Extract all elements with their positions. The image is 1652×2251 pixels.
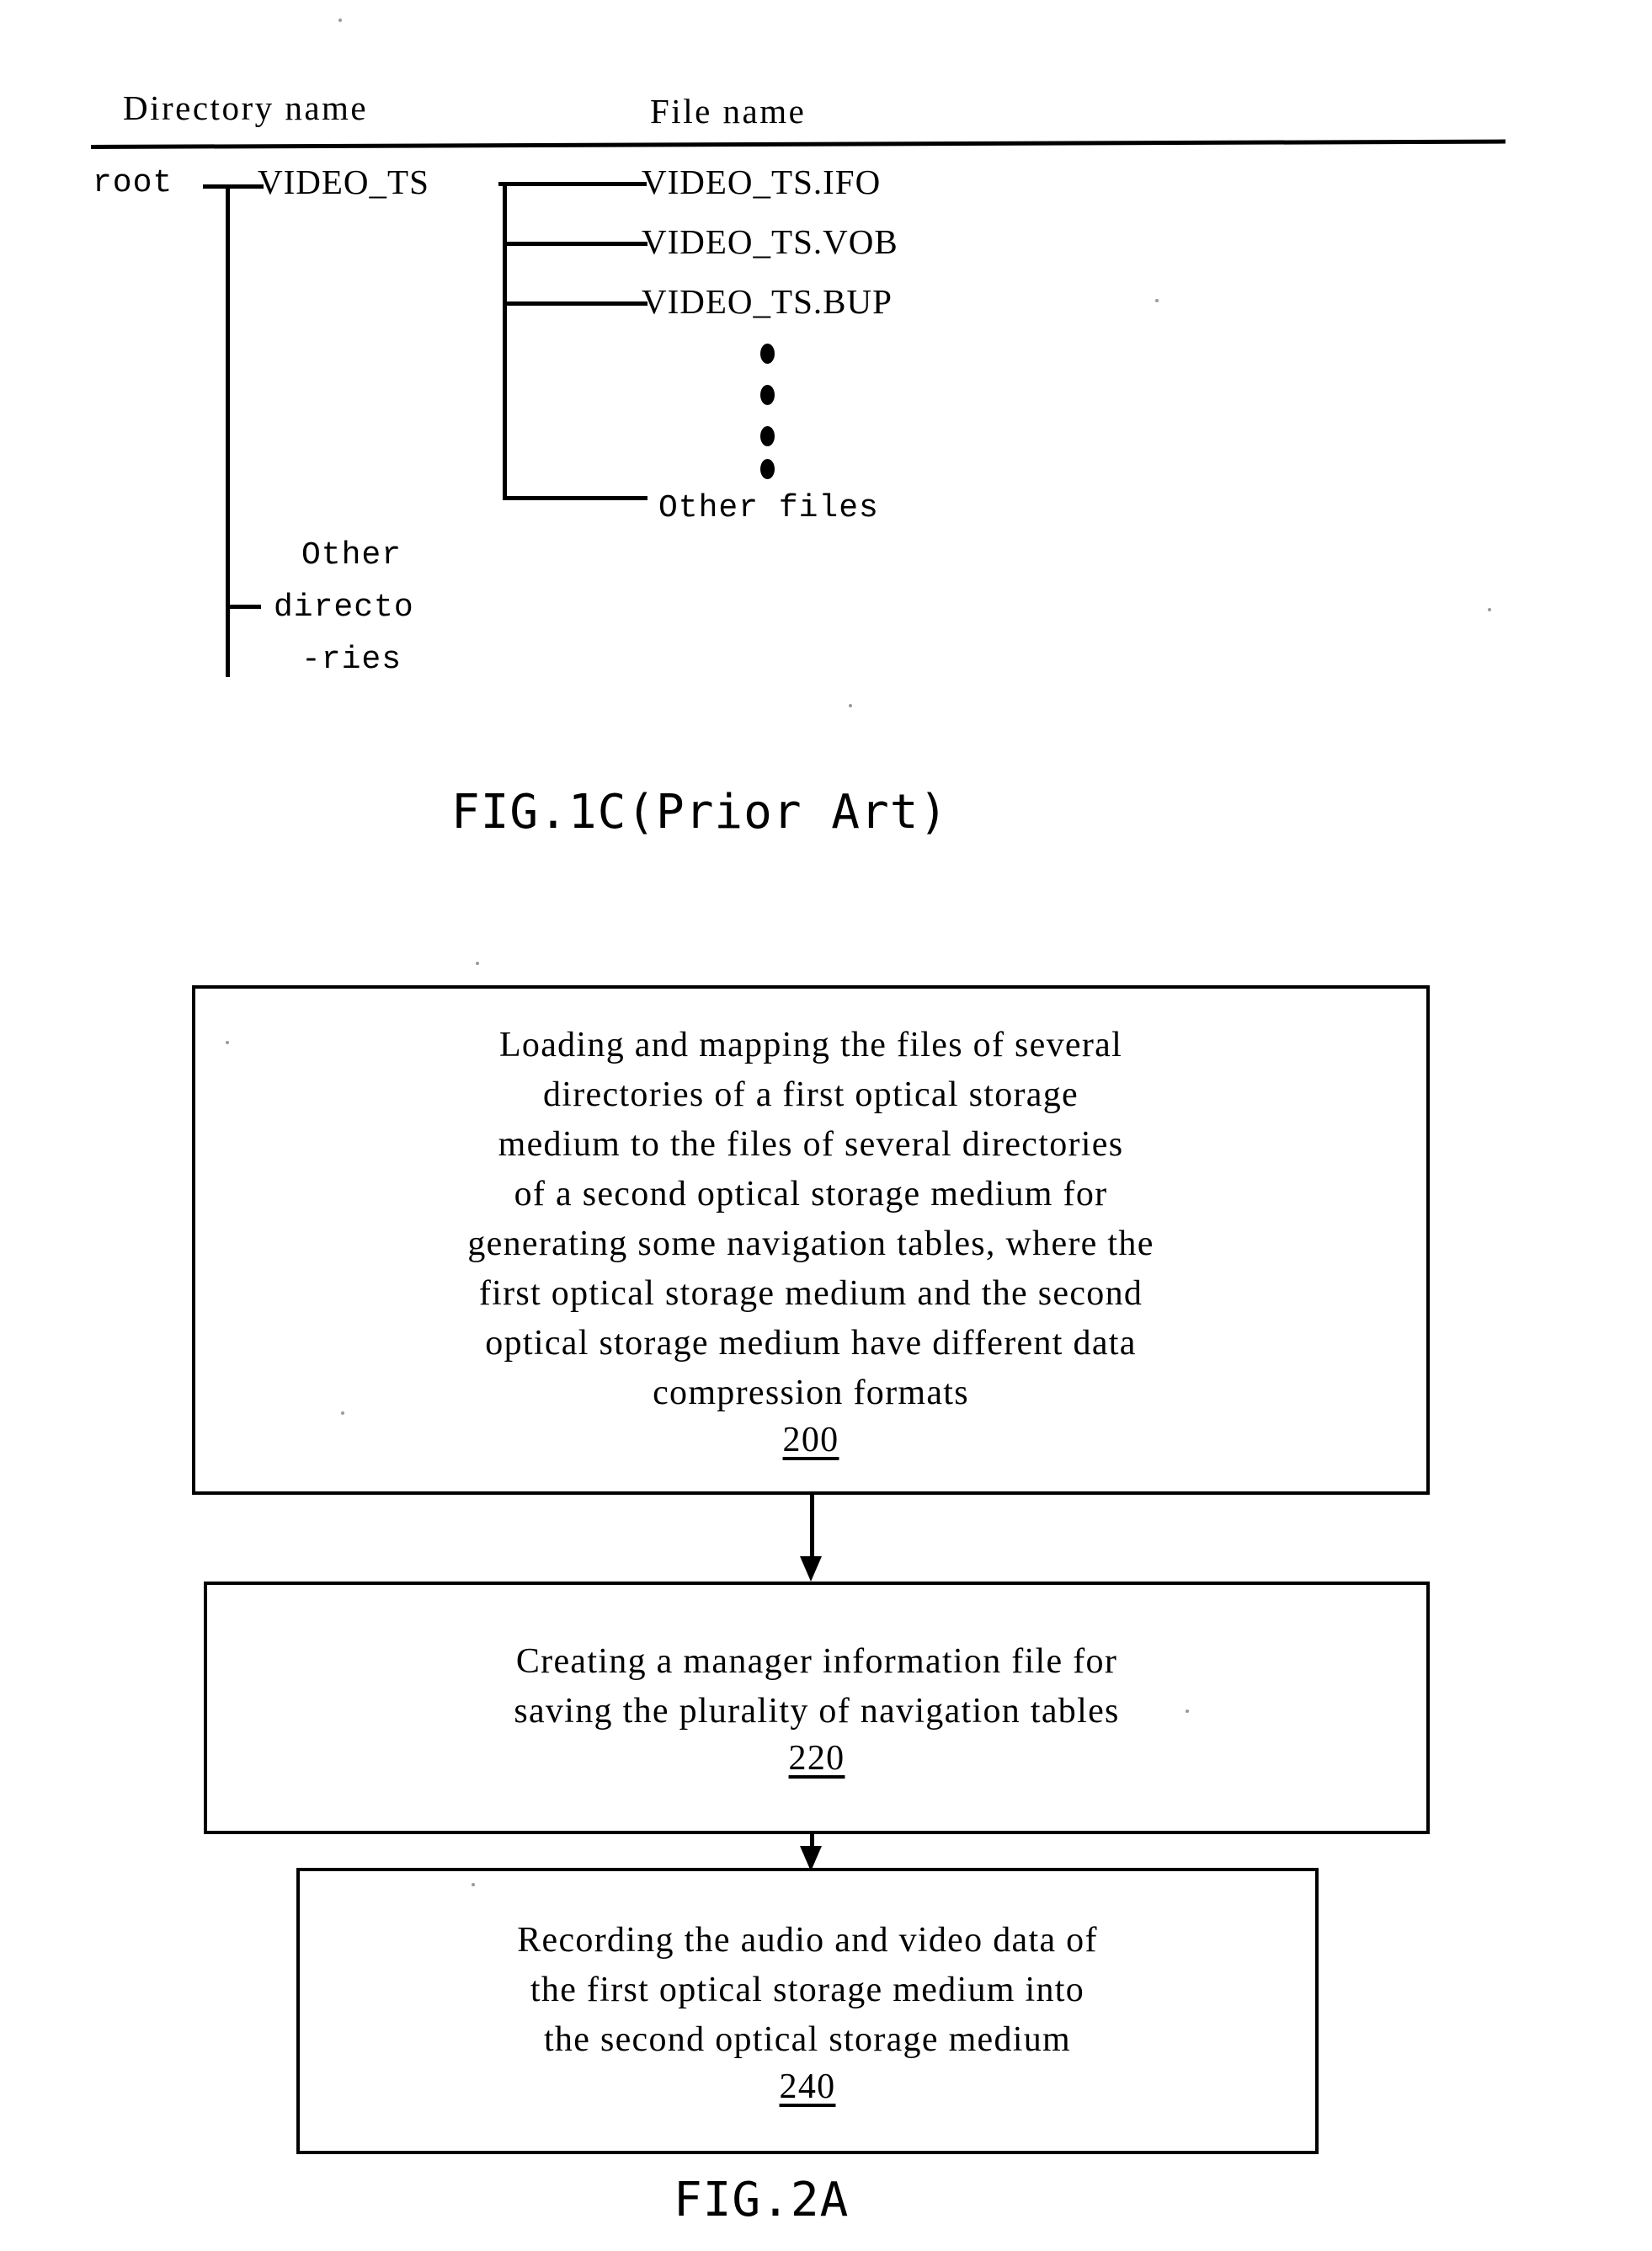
flowchart-step-200-text: Loading and mapping the files of several… — [467, 1025, 1154, 1412]
scan-speckle — [341, 1411, 344, 1415]
flowchart-step-240-number: 240 — [779, 2067, 836, 2106]
scan-speckle — [476, 962, 479, 965]
flowchart-step-240: Recording the audio and video data of th… — [296, 1868, 1319, 2154]
figure-caption-2a: FIG.2A — [674, 2173, 850, 2227]
flow-arrow-200-to-220-shaft — [810, 1495, 814, 1562]
flowchart-step-220-text: Creating a manager information file for … — [514, 1642, 1120, 1731]
flow-arrow-200-to-220-head — [800, 1556, 822, 1582]
flowchart-step-220-number: 220 — [788, 1739, 845, 1778]
scan-speckle — [472, 1883, 475, 1886]
figure-2a-flowchart: Loading and mapping the files of several… — [0, 0, 1652, 2251]
flowchart-step-240-text: Recording the audio and video data of th… — [517, 1920, 1098, 2059]
scan-speckle — [226, 1041, 229, 1044]
scan-speckle — [1186, 1710, 1189, 1713]
flowchart-step-200-number: 200 — [782, 1420, 839, 1459]
flowchart-step-200: Loading and mapping the files of several… — [192, 985, 1430, 1495]
flowchart-step-220: Creating a manager information file for … — [204, 1582, 1430, 1834]
